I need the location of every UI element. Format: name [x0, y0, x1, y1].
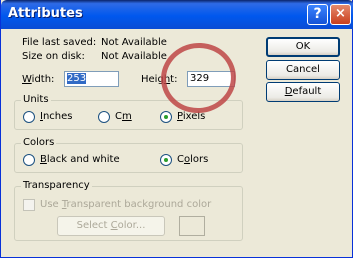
cm-radio[interactable]	[98, 111, 110, 123]
width-label: Width:	[22, 74, 55, 85]
colors-label[interactable]: Colors	[177, 154, 208, 165]
pixels-radio[interactable]	[160, 111, 172, 123]
attributes-dialog: Attributes ? × File last saved: Not Avai…	[0, 0, 353, 258]
help-icon: ?	[313, 6, 322, 22]
inches-radio[interactable]	[23, 111, 35, 123]
color-swatch	[179, 216, 205, 236]
size-on-disk-label: Size on disk:	[22, 51, 85, 62]
black-and-white-radio[interactable]	[23, 154, 35, 166]
transparency-group-title: Transparency	[21, 180, 92, 191]
units-group-title: Units	[21, 94, 51, 105]
close-button[interactable]: ×	[330, 4, 351, 25]
ok-button[interactable]: OK	[266, 37, 340, 57]
black-and-white-label[interactable]: Black and white	[40, 154, 120, 165]
close-icon: ×	[335, 6, 346, 21]
transparent-background-checkbox[interactable]	[23, 199, 35, 211]
size-on-disk-value: Not Available	[101, 51, 167, 62]
title-bar[interactable]: Attributes ? ×	[1, 0, 353, 29]
colors-group-title: Colors	[21, 137, 57, 148]
last-saved-label: File last saved:	[22, 37, 97, 48]
colors-radio[interactable]	[160, 154, 172, 166]
width-value: 253	[67, 73, 87, 84]
transparent-background-label: Use Transparent background color	[40, 199, 212, 210]
dialog-title: Attributes	[8, 6, 83, 21]
width-input[interactable]: 253	[64, 71, 119, 87]
help-button[interactable]: ?	[307, 4, 328, 25]
cancel-button[interactable]: Cancel	[266, 60, 340, 80]
last-saved-value: Not Available	[101, 37, 167, 48]
inches-label[interactable]: Inches	[40, 111, 73, 122]
default-button[interactable]: Default	[266, 82, 340, 102]
cm-label[interactable]: Cm	[115, 111, 132, 122]
select-color-button[interactable]: Select Color...	[57, 216, 165, 236]
